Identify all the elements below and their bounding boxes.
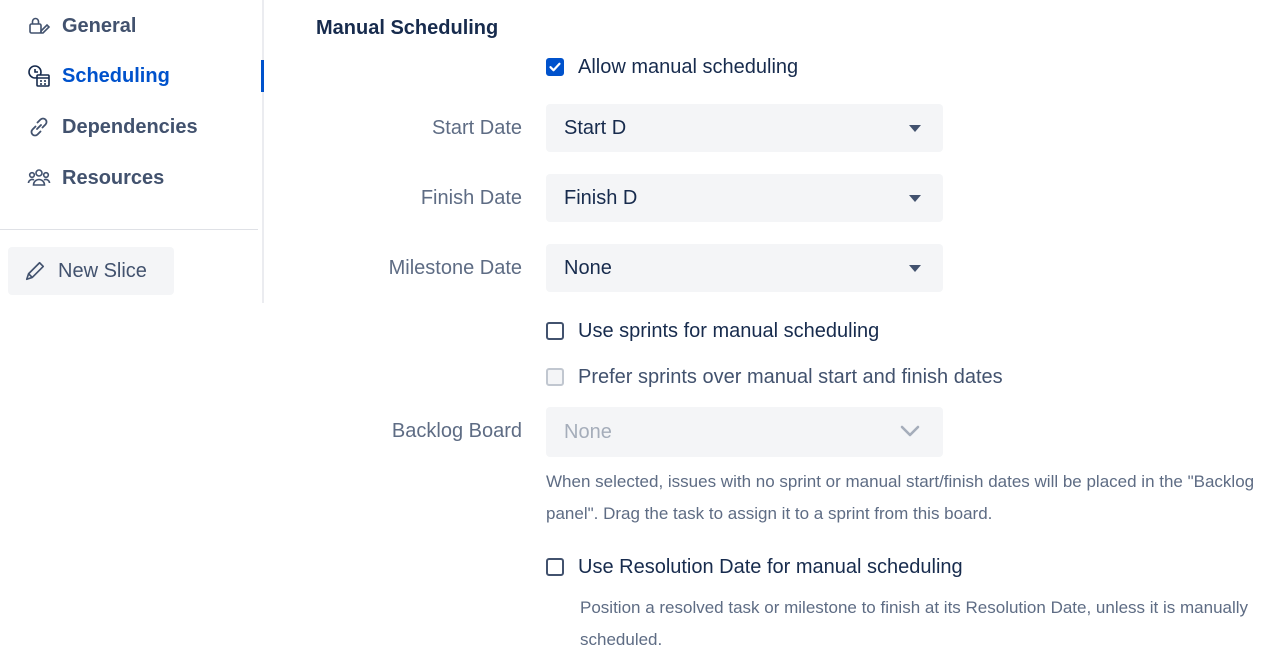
allow-manual-checkbox-row[interactable]: Allow manual scheduling: [546, 53, 798, 81]
new-slice-label: New Slice: [58, 259, 147, 282]
sidebar-item-label: Dependencies: [62, 115, 198, 138]
use-sprints-checkbox[interactable]: [546, 322, 564, 340]
backlog-board-select: None: [546, 407, 943, 457]
sidebar-item-dependencies[interactable]: Dependencies: [26, 107, 198, 147]
start-date-value: Start D: [564, 116, 627, 139]
milestone-date-select[interactable]: None: [546, 244, 943, 292]
caret-down-icon: [909, 264, 921, 272]
new-slice-button[interactable]: New Slice: [8, 247, 174, 295]
finish-date-select[interactable]: Finish D: [546, 174, 943, 222]
backlog-help-text: When selected, issues with no sprint or …: [546, 472, 1255, 523]
allow-manual-checkbox[interactable]: [546, 58, 564, 76]
chevron-down-icon: [899, 421, 921, 444]
backlog-board-value: None: [564, 420, 612, 443]
caret-down-icon: [909, 124, 921, 132]
sidebar-item-label: Resources: [62, 166, 165, 189]
use-resolution-checkbox-row[interactable]: Use Resolution Date for manual schedulin…: [546, 553, 963, 581]
sidebar-item-resources[interactable]: Resources: [26, 158, 164, 198]
prefer-sprints-checkbox: [546, 368, 564, 386]
edit-lock-icon: [26, 13, 52, 39]
finish-date-label: Finish Date: [420, 186, 522, 209]
pencil-icon: [24, 259, 48, 283]
start-date-label: Start Date: [431, 116, 522, 139]
allow-manual-label: Allow manual scheduling: [578, 55, 799, 78]
sidebar-item-label: Scheduling: [62, 64, 170, 87]
caret-down-icon: [909, 194, 921, 202]
sidebar-item-general[interactable]: General: [26, 6, 136, 46]
people-icon: [26, 165, 52, 191]
use-resolution-label: Use Resolution Date for manual schedulin…: [578, 555, 963, 578]
use-resolution-checkbox[interactable]: [546, 558, 564, 576]
active-indicator: [261, 60, 264, 92]
resolution-help-text: Position a resolved task or milestone to…: [580, 598, 1249, 649]
sidebar: General Scheduling Dependencies Resource…: [0, 0, 264, 303]
use-sprints-checkbox-row[interactable]: Use sprints for manual scheduling: [546, 317, 879, 345]
page-title: Manual Scheduling: [316, 17, 499, 39]
sidebar-divider: [0, 229, 258, 230]
finish-date-value: Finish D: [564, 186, 638, 209]
sidebar-item-label: General: [62, 14, 137, 37]
clock-calendar-icon: [26, 63, 52, 89]
prefer-sprints-checkbox-row: Prefer sprints over manual start and fin…: [546, 363, 1003, 391]
sidebar-item-scheduling[interactable]: Scheduling: [26, 56, 170, 96]
link-icon: [26, 114, 52, 140]
milestone-date-label: Milestone Date: [388, 256, 522, 279]
milestone-date-value: None: [564, 256, 612, 279]
backlog-board-label: Backlog Board: [391, 419, 522, 442]
start-date-select[interactable]: Start D: [546, 104, 943, 152]
use-sprints-label: Use sprints for manual scheduling: [578, 319, 880, 342]
prefer-sprints-label: Prefer sprints over manual start and fin…: [578, 365, 1003, 388]
